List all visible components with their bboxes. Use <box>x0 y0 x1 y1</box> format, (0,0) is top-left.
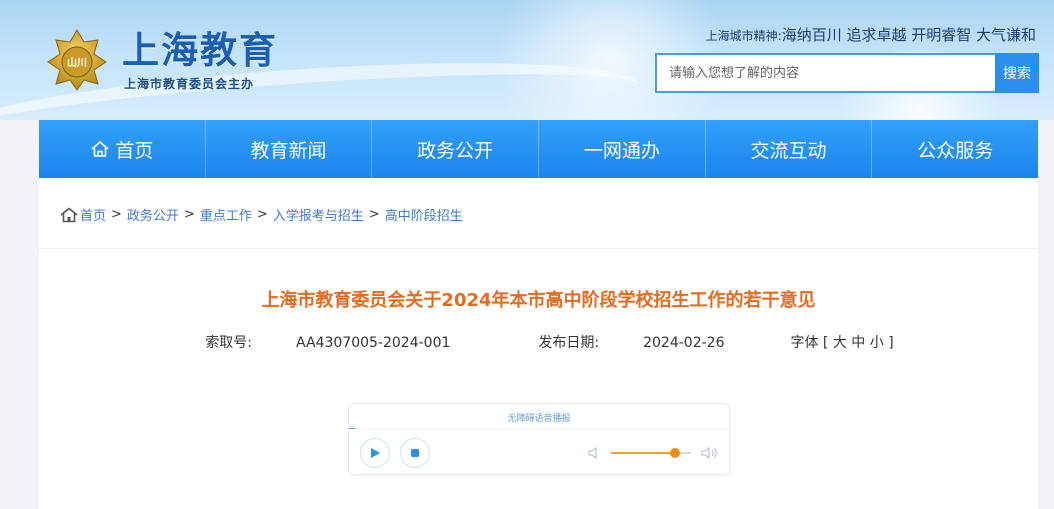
article-title: 上海市教育委员会关于2024年本市高中阶段学校招生工作的若干意见 <box>261 290 816 311</box>
volume-knob[interactable] <box>670 448 680 458</box>
breadcrumb-separator: > <box>183 207 195 222</box>
index-number: 索取号: AA4307005-2024-001 <box>183 335 472 351</box>
player-progress[interactable] <box>349 428 729 429</box>
nav-item-home[interactable]: 首页 <box>39 120 206 178</box>
index-value: AA4307005-2024-001 <box>296 335 451 351</box>
nav-item-one-stop-service[interactable]: 一网通办 <box>539 120 706 178</box>
date-value: 2024-02-26 <box>643 335 725 351</box>
nav-label: 一网通办 <box>583 139 660 162</box>
breadcrumb-link-government-affairs[interactable]: 政务公开 <box>127 205 179 224</box>
nav-label: 首页 <box>115 139 154 162</box>
content-card: 首页 > 政务公开 > 重点工作 > 入学报考与招生 > 高中阶段招生 上海市教… <box>39 178 1038 509</box>
nav-label: 政务公开 <box>417 139 494 162</box>
date-label: 发布日期: <box>538 335 600 351</box>
player-progress-fill <box>349 428 355 429</box>
nav-item-government-affairs[interactable]: 政务公开 <box>372 120 540 178</box>
breadcrumb-separator: > <box>111 207 122 222</box>
city-motto: 上海城市精神:海纳百川 追求卓越 开明睿智 大气谦和 <box>706 24 1036 45</box>
stop-icon <box>411 449 419 457</box>
nav-label: 公众服务 <box>917 139 994 162</box>
site-subtitle: 上海市教育委员会主办 <box>124 77 255 91</box>
play-icon <box>371 448 380 458</box>
breadcrumb-link-key-work[interactable]: 重点工作 <box>200 205 252 224</box>
breadcrumb-link-enrollment[interactable]: 入学报考与招生 <box>273 205 364 224</box>
stop-button[interactable] <box>400 438 430 468</box>
breadcrumb: 首页 > 政务公开 > 重点工作 > 入学报考与招生 > 高中阶段招生 <box>60 205 463 224</box>
search-box <box>655 53 995 93</box>
play-button[interactable] <box>360 438 390 468</box>
motto-prefix: 上海城市精神: <box>705 29 782 43</box>
emblem-text: 山川 <box>67 56 87 69</box>
article-meta: 索取号: AA4307005-2024-001 发布日期: 2024-02-26 字体 … <box>39 332 1038 352</box>
home-icon <box>91 140 109 157</box>
site-emblem-logo[interactable]: 山川 <box>44 26 110 92</box>
nav-item-interaction[interactable]: 交流互动 <box>706 120 873 178</box>
nav-item-education-news[interactable]: 教育新闻 <box>206 120 373 178</box>
volume-high-icon <box>701 446 717 460</box>
breadcrumb-link-home[interactable]: 首页 <box>80 205 106 224</box>
main-nav: 首页 教育新闻 政务公开 一网通办 交流互动 公众服务 <box>39 120 1038 178</box>
site-title[interactable]: 上海教育 <box>122 20 278 74</box>
breadcrumb-separator: > <box>256 207 268 222</box>
publish-date: 发布日期: 2024-02-26 <box>516 335 746 351</box>
player-title: 无障碍语音播报 <box>507 414 571 424</box>
nav-label: 交流互动 <box>750 139 827 162</box>
nav-label: 教育新闻 <box>250 139 327 162</box>
volume-slider[interactable] <box>611 448 691 458</box>
volume-fill <box>611 452 675 454</box>
divider <box>39 248 1038 249</box>
search-input[interactable] <box>657 55 995 91</box>
site-header: 山川 上海教育 上海市教育委员会主办 上海城市精神:海纳百川 追求卓越 开明睿智… <box>0 0 1054 120</box>
accessibility-audio-player: 无障碍语音播报 <box>348 403 730 475</box>
font-size-control[interactable]: 字体 [ 大 中 小 ] <box>790 335 893 351</box>
home-icon <box>60 206 78 222</box>
breadcrumb-separator: > <box>368 207 380 222</box>
motto-text: 海纳百川 追求卓越 开明睿智 大气谦和 <box>781 26 1036 44</box>
volume-low-icon <box>588 446 597 460</box>
nav-item-public-services[interactable]: 公众服务 <box>872 120 1038 178</box>
breadcrumb-link-high-school-enrollment[interactable]: 高中阶段招生 <box>385 205 463 224</box>
search-button[interactable]: 搜索 <box>995 53 1039 93</box>
index-label: 索取号: <box>205 335 253 351</box>
